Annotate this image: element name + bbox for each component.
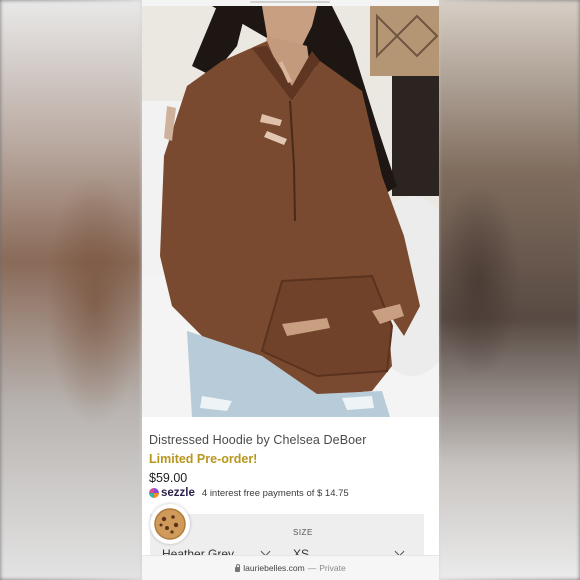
blurred-backdrop-right (438, 0, 580, 580)
product-title[interactable]: Distressed Hoodie by Chelsea DeBoer (149, 433, 367, 447)
blurred-backdrop-left (0, 0, 142, 580)
cookie-avatar-icon[interactable] (150, 504, 190, 544)
url-text: lauriebelles.com (243, 563, 305, 573)
sezzle-row[interactable]: sezzle 4 interest free payments of $ 14.… (149, 486, 349, 500)
url-separator: — (307, 563, 317, 573)
product-price: $59.00 (149, 471, 188, 485)
sezzle-logo-icon (149, 488, 159, 498)
sezzle-brand: sezzle (161, 487, 195, 499)
browser-url-bar[interactable]: lauriebelles.com — Private (142, 555, 439, 580)
product-image[interactable] (142, 6, 439, 417)
phone-screenshot: Distressed Hoodie by Chelsea DeBoer Limi… (142, 0, 439, 580)
lock-icon (235, 563, 241, 572)
product-photo-graphic (142, 6, 439, 417)
private-label: Private (319, 563, 346, 573)
size-label: SIZE (293, 528, 313, 537)
sezzle-installments-text: 4 interest free payments of $ 14.75 (201, 487, 349, 499)
preorder-badge: Limited Pre-order! (149, 452, 258, 466)
